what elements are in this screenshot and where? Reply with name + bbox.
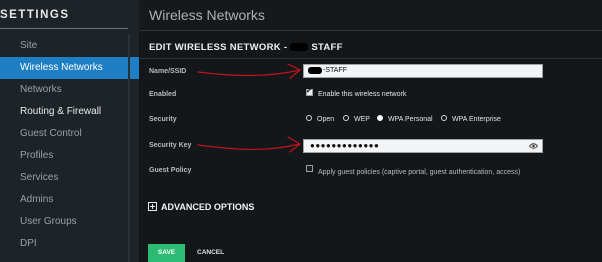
annotation-arrow-ssid (197, 69, 301, 77)
annotation-arrow-key (197, 143, 301, 151)
annotation-arrows (197, 63, 302, 153)
